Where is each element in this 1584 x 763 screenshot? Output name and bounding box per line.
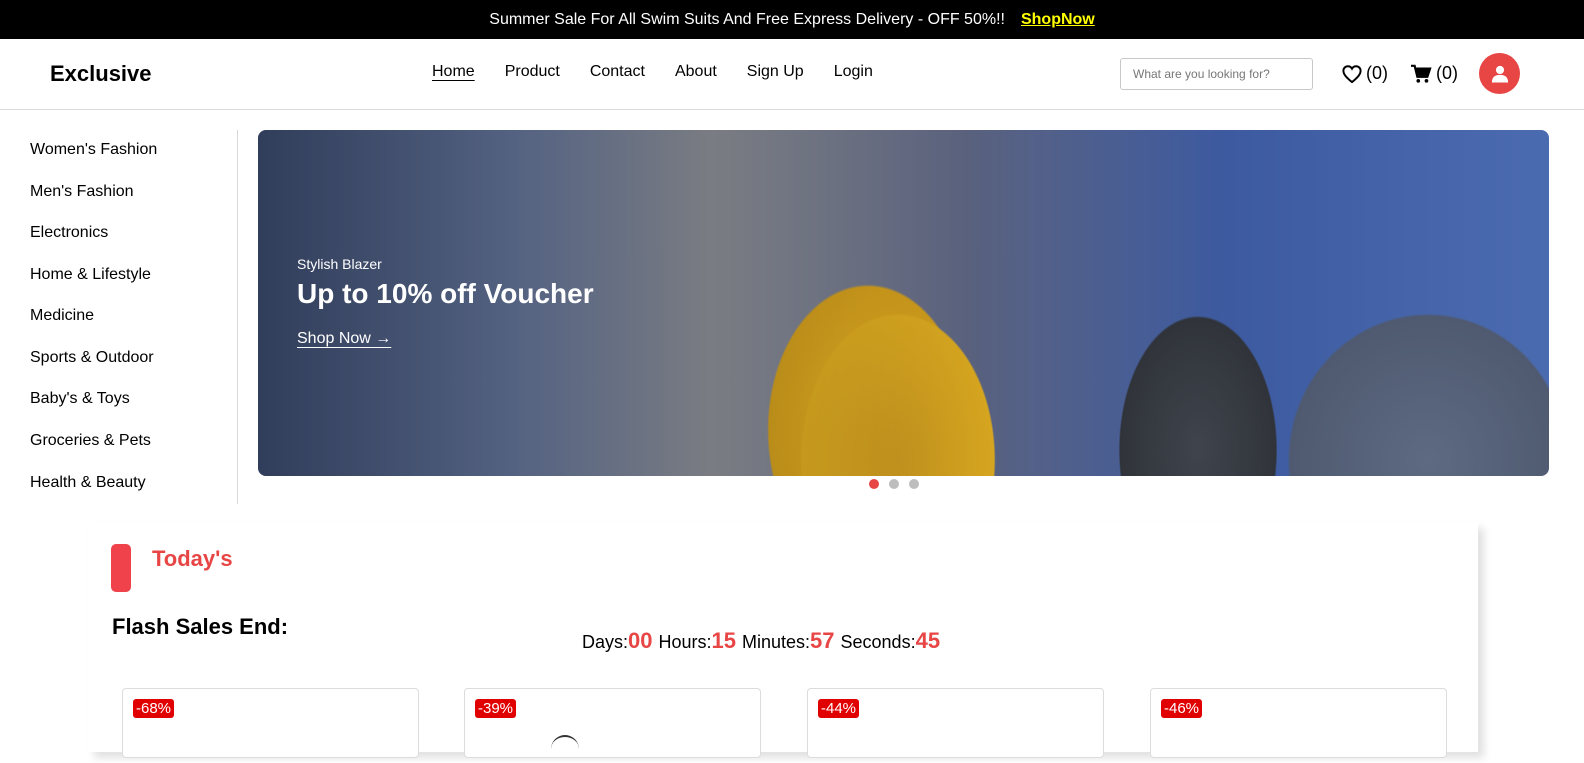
hero-shop-now-link[interactable]: Shop Now → bbox=[297, 330, 391, 348]
product-image bbox=[551, 735, 579, 763]
minutes-value: 57 bbox=[810, 628, 835, 653]
section-label: Today's bbox=[152, 546, 233, 571]
product-card[interactable]: -44% bbox=[807, 688, 1104, 758]
discount-badge: -68% bbox=[133, 699, 175, 718]
category-health-beauty[interactable]: Health & Beauty bbox=[30, 474, 146, 492]
carousel-dots bbox=[869, 479, 929, 489]
hours-value: 15 bbox=[711, 628, 736, 653]
cart-icon bbox=[1411, 64, 1432, 83]
cart-count: (0) bbox=[1436, 63, 1458, 83]
category-sports-outdoor[interactable]: Sports & Outdoor bbox=[30, 349, 154, 367]
nav-sign-up[interactable]: Sign Up bbox=[747, 63, 804, 81]
main-nav: Home Product Contact About Sign Up Login bbox=[432, 63, 903, 81]
promo-bar: Summer Sale For All Swim Suits And Free … bbox=[0, 0, 1584, 39]
promo-text: Summer Sale For All Swim Suits And Free … bbox=[489, 10, 1005, 28]
discount-badge: -39% bbox=[475, 699, 517, 718]
seconds-value: 45 bbox=[915, 628, 941, 653]
product-card[interactable]: -39% bbox=[464, 688, 761, 758]
category-home-lifestyle[interactable]: Home & Lifestyle bbox=[30, 266, 151, 284]
header: Exclusive Home Product Contact About Sig… bbox=[0, 39, 1584, 110]
nav-home[interactable]: Home bbox=[432, 63, 475, 81]
flash-sales-title: Flash Sales End: bbox=[112, 614, 289, 639]
category-medicine[interactable]: Medicine bbox=[30, 307, 94, 325]
logo[interactable]: Exclusive bbox=[50, 61, 152, 87]
category-babys-toys[interactable]: Baby's & Toys bbox=[30, 390, 130, 408]
carousel-dot-3[interactable] bbox=[909, 479, 919, 489]
cart-button[interactable]: (0) bbox=[1410, 63, 1458, 84]
nav-login[interactable]: Login bbox=[834, 63, 873, 81]
carousel-dot-2[interactable] bbox=[889, 479, 899, 489]
category-groceries-pets[interactable]: Groceries & Pets bbox=[30, 432, 151, 450]
hero-subtitle: Stylish Blazer bbox=[297, 256, 382, 272]
wishlist-count: (0) bbox=[1366, 63, 1388, 83]
days-label: Days: bbox=[582, 632, 629, 652]
search-input[interactable] bbox=[1120, 58, 1313, 90]
category-womens-fashion[interactable]: Women's Fashion bbox=[30, 141, 157, 159]
discount-badge: -46% bbox=[1161, 699, 1203, 718]
countdown-timer: Days: 00 Hours: 15 Minutes: 57 Seconds: … bbox=[582, 628, 946, 654]
flash-sales-section: Today's Flash Sales End: Days: 00 Hours:… bbox=[88, 522, 1478, 758]
nav-contact[interactable]: Contact bbox=[590, 63, 645, 81]
category-sidebar: Women's Fashion Men's Fashion Electronic… bbox=[0, 130, 238, 504]
section-marker bbox=[111, 544, 131, 592]
minutes-label: Minutes: bbox=[742, 632, 811, 652]
shop-now-link[interactable]: ShopNow bbox=[1021, 11, 1095, 29]
hours-label: Hours: bbox=[658, 632, 712, 652]
seconds-label: Seconds: bbox=[840, 632, 916, 652]
nav-product[interactable]: Product bbox=[505, 63, 560, 81]
category-mens-fashion[interactable]: Men's Fashion bbox=[30, 183, 134, 201]
category-electronics[interactable]: Electronics bbox=[30, 224, 108, 242]
account-button[interactable] bbox=[1479, 53, 1520, 94]
heart-icon bbox=[1342, 64, 1362, 83]
hero-banner[interactable]: Stylish Blazer Up to 10% off Voucher Sho… bbox=[258, 130, 1549, 476]
product-card[interactable]: -68% bbox=[122, 688, 419, 758]
wishlist-button[interactable]: (0) bbox=[1342, 63, 1388, 84]
days-value: 00 bbox=[628, 628, 653, 653]
discount-badge: -44% bbox=[818, 699, 860, 718]
nav-about[interactable]: About bbox=[675, 63, 717, 81]
carousel-dot-1[interactable] bbox=[869, 479, 879, 489]
product-card[interactable]: -46% bbox=[1150, 688, 1447, 758]
user-icon bbox=[1491, 65, 1508, 83]
hero-headline: Up to 10% off Voucher bbox=[297, 278, 594, 309]
